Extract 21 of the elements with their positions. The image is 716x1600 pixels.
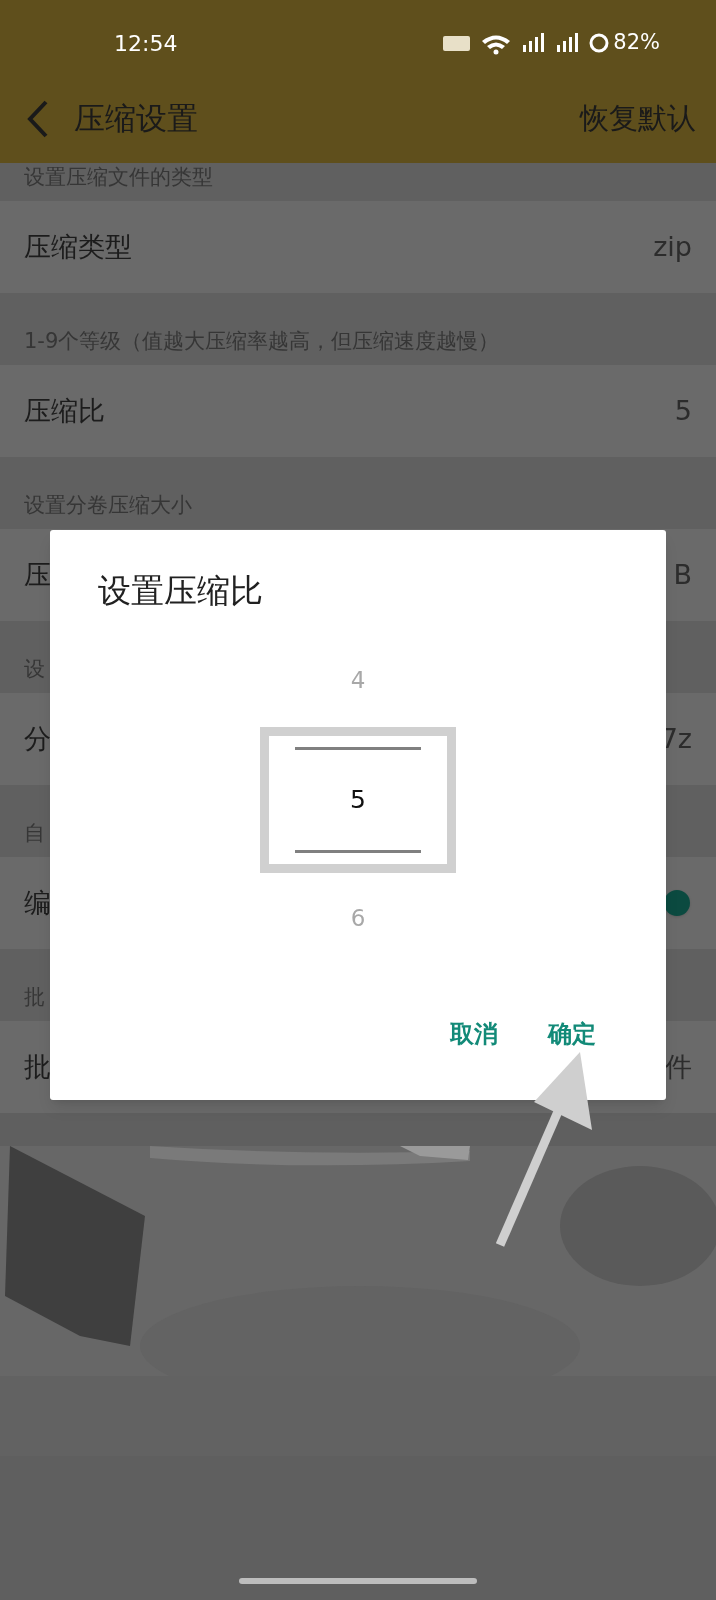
- status-time: 12:54: [114, 29, 178, 58]
- row-value: zip: [653, 229, 692, 264]
- row-value: B: [673, 557, 692, 592]
- battery-ring-icon: [589, 31, 610, 55]
- picker-selection-box[interactable]: 5: [260, 727, 456, 873]
- signal-icon: [555, 31, 580, 55]
- row-value: 7z: [660, 721, 692, 756]
- picker-option[interactable]: 6: [350, 893, 366, 943]
- signal-icon: [521, 31, 546, 55]
- picker-option[interactable]: 4: [350, 655, 366, 705]
- dialog-button[interactable]: 取消: [450, 1016, 498, 1052]
- row-value: 件: [665, 1049, 692, 1084]
- dialog-button[interactable]: 确定: [548, 1016, 596, 1052]
- page-title: 压缩设置: [74, 99, 198, 139]
- settings-row[interactable]: 压缩类型 zip: [0, 201, 716, 293]
- restore-defaults-button[interactable]: 恢复默认: [580, 96, 696, 141]
- dialog-title: 设置压缩比: [98, 571, 263, 610]
- battery-level: 82%: [613, 29, 660, 57]
- row-value: 5: [674, 393, 692, 428]
- toggle-switch[interactable]: [664, 890, 690, 916]
- settings-row[interactable]: 压缩比 5: [0, 365, 716, 457]
